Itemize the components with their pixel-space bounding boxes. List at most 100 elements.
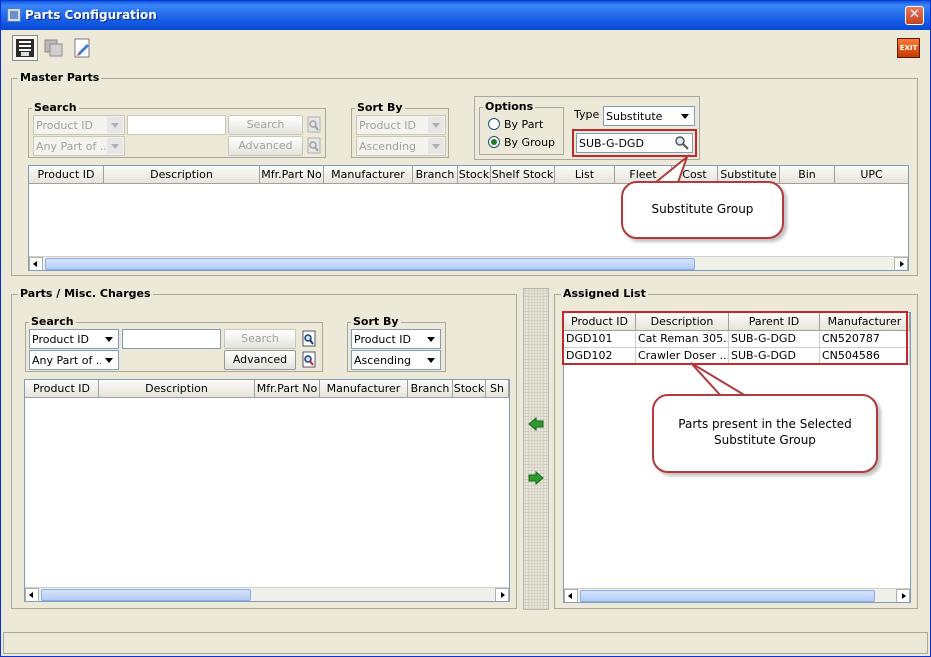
column-header[interactable]: Mfr.Part No	[260, 166, 324, 184]
status-bar	[3, 632, 928, 654]
master-sort-order-combo[interactable]: Ascending	[356, 136, 446, 156]
by-part-label: By Part	[504, 118, 544, 131]
app-icon	[7, 8, 21, 22]
by-part-radio[interactable]	[488, 118, 500, 130]
misc-sortby-title: Sort By	[351, 315, 401, 328]
master-parts-header: Product ID Description Mfr.Part No Manuf…	[29, 166, 908, 184]
magnifier-page-icon	[307, 116, 321, 133]
master-sortby-title: Sort By	[355, 101, 405, 114]
chevron-down-icon	[677, 108, 693, 124]
eraser-icon	[74, 38, 90, 58]
misc-sort-order-combo[interactable]: Ascending	[351, 350, 441, 370]
chevron-down-icon	[101, 352, 117, 368]
column-header[interactable]: UPC	[835, 166, 908, 184]
scroll-thumb[interactable]	[45, 258, 695, 270]
master-search-input-2	[127, 136, 226, 156]
type-label: Type	[574, 108, 600, 121]
options-title: Options	[483, 100, 536, 113]
edit-button[interactable]	[69, 35, 95, 61]
arrow-right-icon	[528, 470, 544, 486]
scroll-left-icon[interactable]	[29, 257, 43, 270]
parts-present-callout: Parts present in the Selected Substitute…	[652, 394, 878, 473]
master-search-field-combo[interactable]: Product ID	[33, 115, 125, 135]
misc-advanced-button[interactable]: Advanced	[224, 350, 296, 370]
type-combo[interactable]: Substitute	[603, 106, 695, 126]
chevron-down-icon	[107, 117, 123, 133]
scroll-left-icon[interactable]	[564, 589, 578, 602]
chevron-down-icon	[101, 331, 117, 347]
column-header[interactable]: List	[555, 166, 615, 184]
master-search-match-combo[interactable]: Any Part of ...	[33, 136, 125, 156]
assigned-list-title: Assigned List	[561, 287, 648, 300]
copy-button[interactable]	[41, 35, 67, 61]
column-header[interactable]: Stock	[453, 380, 486, 398]
scroll-left-icon[interactable]	[25, 588, 39, 601]
misc-search-icon-button[interactable]	[300, 329, 318, 349]
column-header[interactable]: Description	[99, 380, 255, 398]
magnifier-page-icon	[302, 330, 316, 347]
parts-configuration-window: Parts Configuration ✕ EXIT Master Parts …	[0, 0, 931, 657]
column-header[interactable]: Description	[104, 166, 260, 184]
master-advanced-icon-button[interactable]	[305, 136, 323, 156]
master-search-input[interactable]	[127, 115, 226, 135]
scroll-right-icon[interactable]	[495, 588, 509, 601]
master-advanced-button[interactable]: Advanced	[228, 136, 303, 156]
misc-horizontal-scrollbar[interactable]	[25, 587, 509, 601]
column-header[interactable]: Branch	[413, 166, 458, 184]
parts-misc-header: Product ID Description Mfr.Part No Manuf…	[25, 380, 509, 398]
column-header[interactable]: Product ID	[29, 166, 104, 184]
misc-sort-field-combo[interactable]: Product ID	[351, 329, 441, 349]
chevron-down-icon	[423, 352, 439, 368]
by-group-radio[interactable]	[488, 136, 500, 148]
parts-misc-title: Parts / Misc. Charges	[18, 287, 153, 300]
move-left-button[interactable]	[528, 416, 544, 432]
master-sort-field-combo[interactable]: Product ID	[356, 115, 446, 135]
by-group-label: By Group	[504, 136, 556, 149]
column-header[interactable]: Shelf Stock	[491, 166, 555, 184]
chevron-down-icon	[428, 117, 444, 133]
column-header[interactable]: Manufacturer	[324, 166, 413, 184]
exit-button[interactable]: EXIT	[897, 38, 920, 58]
substitute-group-callout: Substitute Group	[621, 181, 784, 239]
chevron-down-icon	[423, 331, 439, 347]
transfer-column	[523, 288, 549, 610]
chevron-down-icon	[428, 138, 444, 154]
advanced-search-icon	[302, 351, 316, 368]
master-horizontal-scrollbar[interactable]	[29, 256, 908, 270]
master-search-title: Search	[32, 101, 79, 114]
assigned-horizontal-scrollbar[interactable]	[564, 588, 910, 602]
misc-search-input-2	[122, 350, 221, 370]
column-header[interactable]: Stock	[458, 166, 491, 184]
chevron-down-icon	[107, 138, 123, 154]
misc-search-field-combo[interactable]: Product ID	[29, 329, 119, 349]
column-header[interactable]: Sh	[486, 380, 509, 398]
column-header[interactable]: Bin	[780, 166, 835, 184]
column-header[interactable]: Manufacturer	[320, 380, 408, 398]
window-title: Parts Configuration	[25, 8, 157, 22]
column-header[interactable]: Product ID	[25, 380, 99, 398]
advanced-search-icon	[307, 137, 321, 154]
arrow-left-icon	[528, 416, 544, 432]
assigned-rows-highlight	[562, 311, 908, 365]
misc-search-input[interactable]	[122, 329, 221, 349]
scroll-thumb[interactable]	[580, 590, 875, 602]
save-button[interactable]	[12, 35, 38, 61]
misc-search-title: Search	[29, 315, 76, 328]
misc-advanced-icon-button[interactable]	[300, 350, 318, 370]
scroll-right-icon[interactable]	[894, 257, 908, 270]
misc-search-button[interactable]: Search	[224, 329, 296, 349]
misc-search-match-combo[interactable]: Any Part of ...	[29, 350, 119, 370]
column-header[interactable]: Branch	[408, 380, 453, 398]
scroll-right-icon[interactable]	[896, 589, 910, 602]
move-right-button[interactable]	[528, 470, 544, 486]
close-button[interactable]: ✕	[905, 6, 924, 25]
master-search-icon-button[interactable]	[305, 115, 323, 135]
copy-icon	[44, 39, 63, 57]
scroll-thumb[interactable]	[41, 589, 251, 601]
save-icon	[16, 39, 34, 57]
master-parts-title: Master Parts	[18, 71, 102, 84]
column-header[interactable]: Mfr.Part No	[255, 380, 320, 398]
master-search-button[interactable]: Search	[228, 115, 303, 135]
parts-misc-table[interactable]: Product ID Description Mfr.Part No Manuf…	[24, 379, 510, 602]
title-bar[interactable]: Parts Configuration ✕	[1, 1, 930, 30]
